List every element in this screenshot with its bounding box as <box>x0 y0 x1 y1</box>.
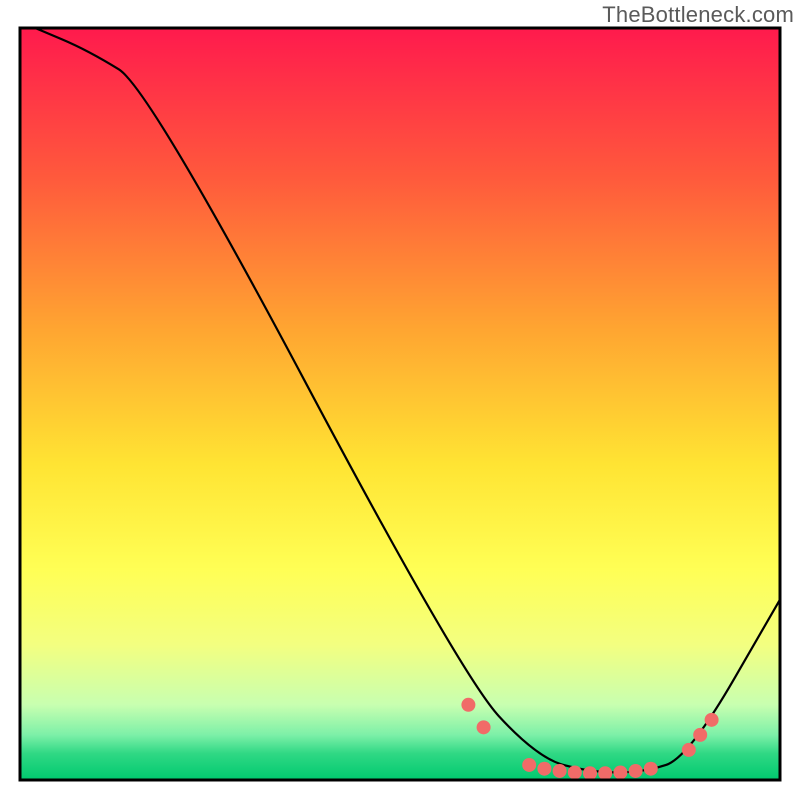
marker-dot <box>693 728 707 742</box>
chart-frame: TheBottleneck.com <box>0 0 800 800</box>
marker-dot <box>644 762 658 776</box>
marker-dot <box>477 720 491 734</box>
marker-dot <box>553 764 567 778</box>
chart-svg <box>0 0 800 800</box>
marker-dot <box>705 713 719 727</box>
marker-dot <box>522 758 536 772</box>
marker-dot <box>682 743 696 757</box>
marker-dot <box>598 766 612 780</box>
watermark-text: TheBottleneck.com <box>602 2 794 28</box>
marker-dot <box>537 762 551 776</box>
marker-dot <box>613 765 627 779</box>
marker-dot <box>461 698 475 712</box>
plot-background <box>20 28 780 780</box>
marker-dot <box>629 764 643 778</box>
marker-dot <box>568 765 582 779</box>
marker-dot <box>583 766 597 780</box>
